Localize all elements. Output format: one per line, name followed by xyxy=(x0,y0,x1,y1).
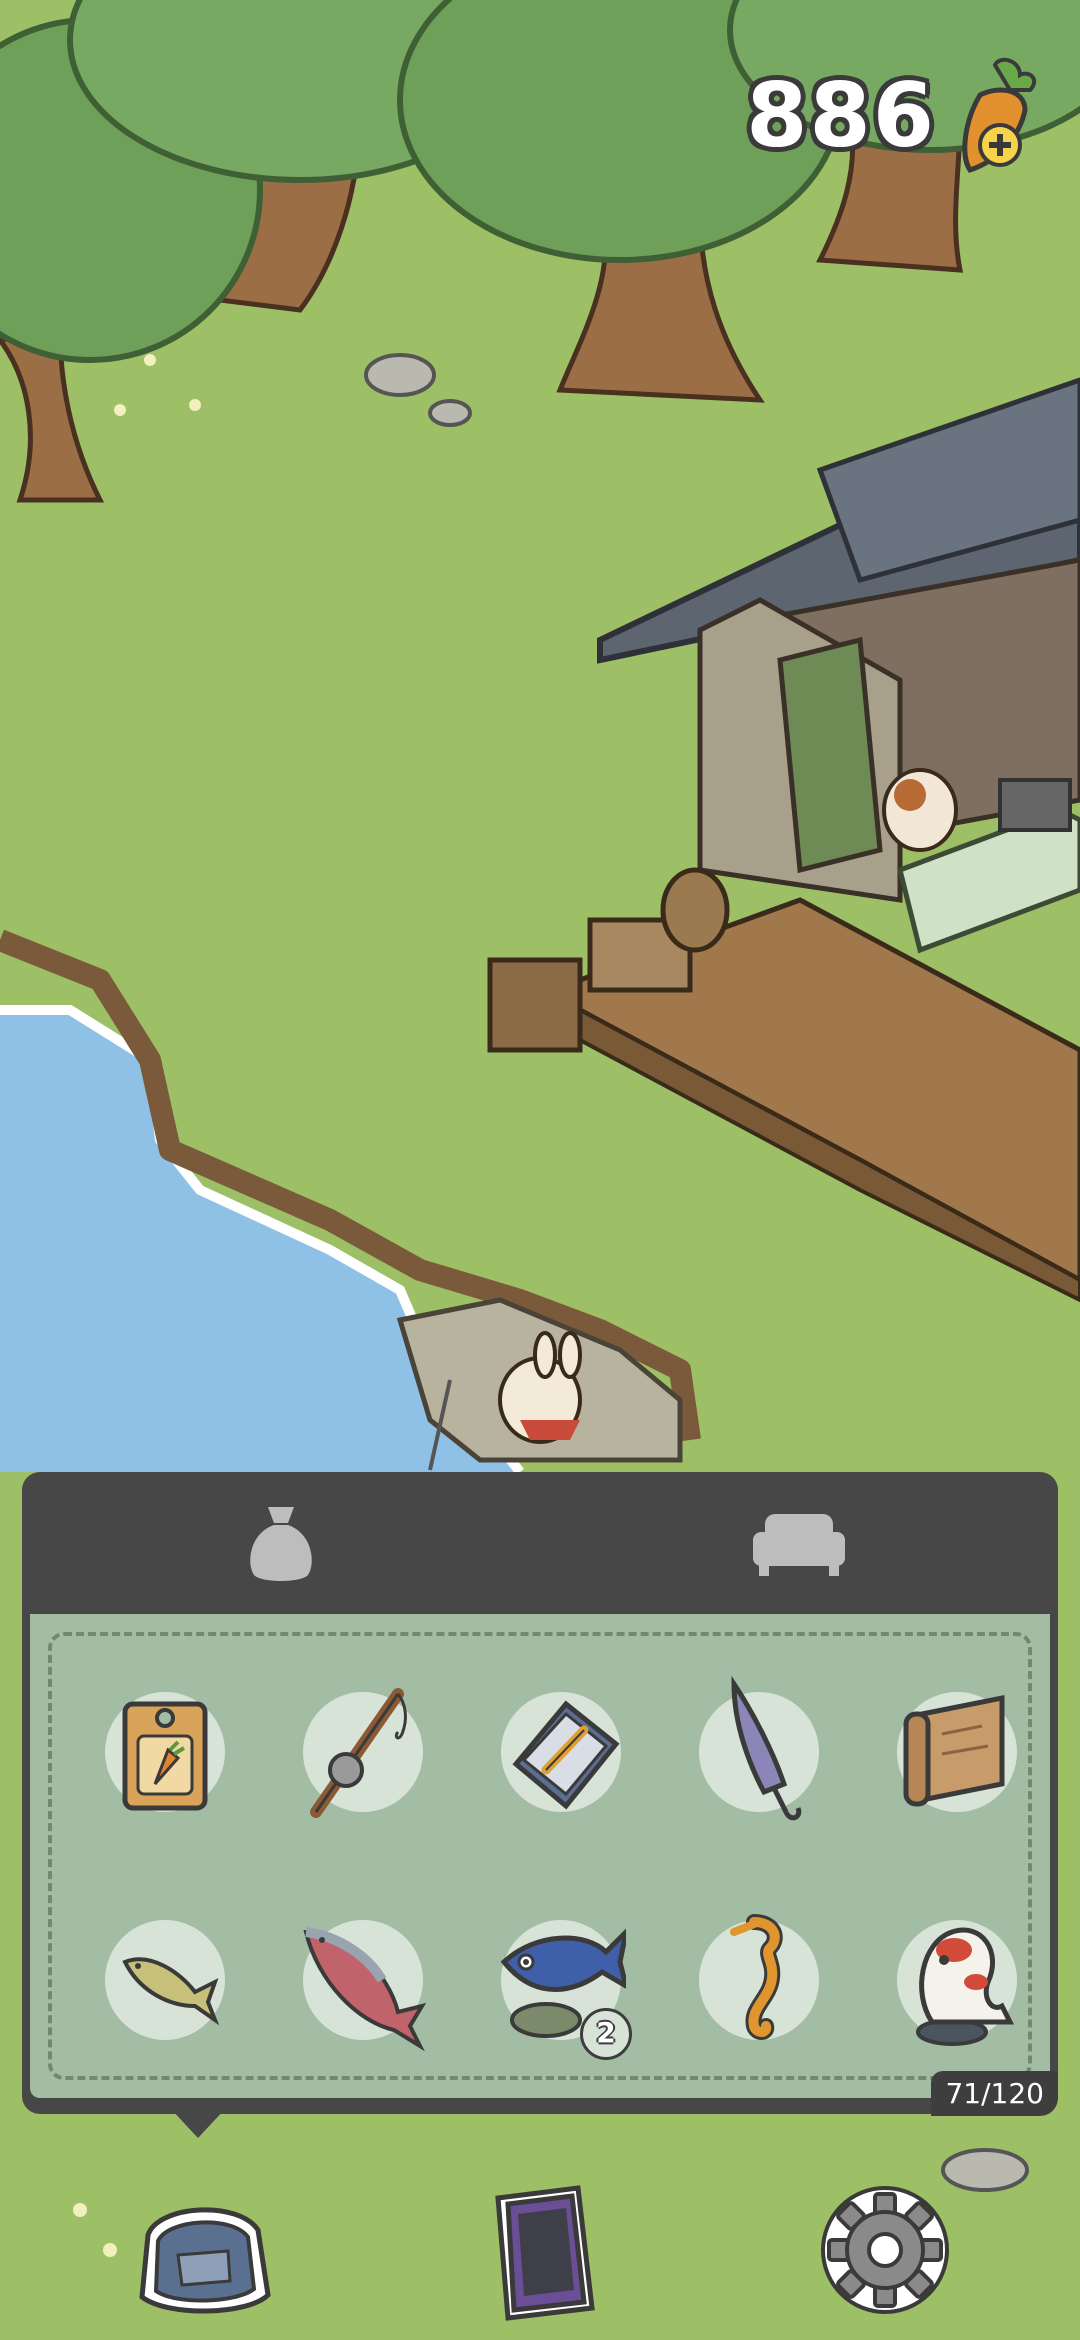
fishing-rod-icon xyxy=(310,1688,407,1818)
item-blue-fish-trophy[interactable]: 2 xyxy=(496,1902,632,2060)
map-scroll-icon xyxy=(903,1694,1005,1807)
small-fish-icon xyxy=(122,1957,220,2026)
sack-icon xyxy=(250,1507,312,1581)
carrot-plus-icon[interactable] xyxy=(950,55,1040,175)
inventory-grid: 2 xyxy=(30,1614,1050,2098)
phone-button[interactable] xyxy=(468,2178,608,2328)
item-koi-statue[interactable] xyxy=(892,1902,1022,2052)
backpack-button[interactable] xyxy=(128,2185,278,2325)
item-salmon[interactable] xyxy=(298,1902,428,2052)
seahorse-icon xyxy=(730,1914,783,2040)
tab-bag[interactable] xyxy=(22,1472,540,1614)
notebook-icon xyxy=(512,1700,620,1810)
item-notebook-and-pencil[interactable] xyxy=(496,1674,626,1824)
item-umbrella[interactable] xyxy=(694,1674,824,1824)
item-fishing-rod[interactable] xyxy=(298,1674,428,1824)
tab-furniture[interactable] xyxy=(540,1472,1058,1614)
item-carrot-seed-packet[interactable] xyxy=(100,1674,230,1824)
umbrella-icon xyxy=(731,1675,802,1821)
gear-icon xyxy=(821,2186,949,2314)
inventory-tab-bar xyxy=(22,1472,1058,1614)
sofa-icon xyxy=(753,1514,845,1576)
item-quantity-badge: 2 xyxy=(580,2008,632,2060)
carrot-currency[interactable]: 886 xyxy=(746,55,1040,175)
settings-button[interactable] xyxy=(815,2180,955,2320)
phone-icon xyxy=(495,2185,595,2321)
seed-packet-icon xyxy=(122,1701,208,1811)
item-map-scroll[interactable] xyxy=(892,1674,1022,1824)
carrot-count: 886 xyxy=(746,63,936,167)
item-seahorse[interactable] xyxy=(694,1902,824,2052)
backpack-icon xyxy=(139,2207,271,2314)
inventory-panel: 2 71/120 xyxy=(22,1472,1058,2116)
item-small-fish[interactable] xyxy=(100,1902,230,2052)
inventory-capacity: 71/120 xyxy=(931,2071,1058,2116)
salmon-icon xyxy=(303,1927,427,2052)
koi-statue-icon xyxy=(916,1927,1015,2046)
panel-pointer xyxy=(170,2108,226,2138)
